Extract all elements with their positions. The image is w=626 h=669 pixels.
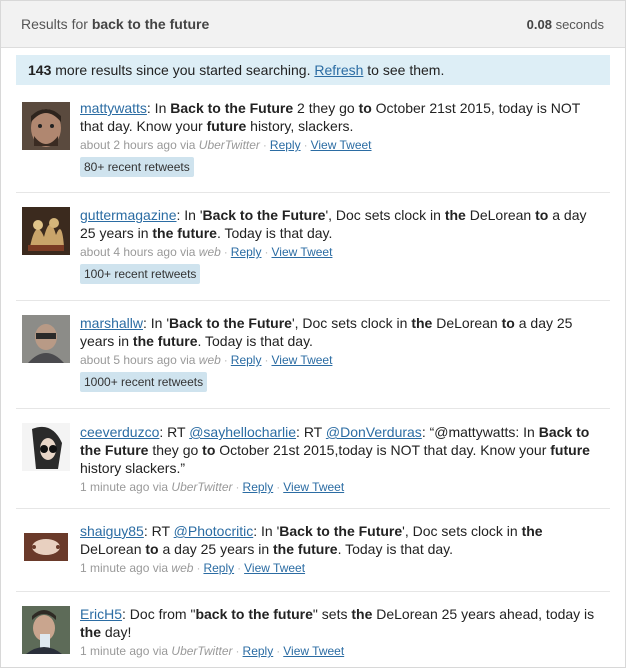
avatar[interactable] (22, 523, 70, 571)
tweet-username[interactable]: guttermagazine (80, 207, 177, 223)
reply-link[interactable]: Reply (231, 245, 262, 259)
retweets-badge[interactable]: 80+ recent retweets (80, 157, 194, 177)
search-results-panel: Results for back to the future 0.08 seco… (0, 0, 626, 668)
tweet-text: shaiguy85: RT @Photocritic: In 'Back to … (80, 523, 543, 557)
tweet-timestamp: 1 minute ago (80, 480, 150, 494)
tweet-meta: 1 minute ago via web · Reply · View Tweet (80, 561, 306, 575)
tweet-username[interactable]: shaiguy85 (80, 523, 144, 539)
tweet-source: UberTwitter (171, 480, 233, 494)
avatar[interactable] (22, 207, 70, 255)
tweet-meta: about 4 hours ago via web · Reply · View Twe… (80, 245, 333, 259)
tweet-meta: about 2 hours ago via UberTwitter · Reply ·… (80, 138, 372, 152)
mention-link[interactable]: @Photocritic (174, 523, 254, 539)
via-label: via (152, 644, 169, 658)
view-tweet-link[interactable]: View Tweet (271, 245, 332, 259)
new-results-text: more results since you started searching… (51, 62, 315, 78)
view-tweet-link[interactable]: View Tweet (271, 353, 332, 367)
via-label: via (152, 480, 169, 494)
avatar[interactable] (22, 606, 70, 654)
tweet-source: UberTwitter (198, 138, 260, 152)
tweet-item: EricH5: Doc from "back to the future" se… (16, 592, 610, 669)
tweet-source: web (171, 561, 194, 575)
search-time-unit: seconds (555, 16, 604, 32)
tweet-item: ceeverduzco: RT @sayhellocharlie: RT @Do… (16, 409, 610, 509)
retweets-badge[interactable]: 100+ recent retweets (80, 264, 201, 284)
tweet-source: web (198, 353, 221, 367)
refresh-link[interactable]: Refresh (314, 62, 363, 78)
tweet-content: guttermagazine: In 'Back to the Future',… (80, 206, 604, 284)
tweet-username[interactable]: EricH5 (80, 606, 122, 622)
view-tweet-link[interactable]: View Tweet (311, 138, 372, 152)
results-prefix: Results for (21, 16, 88, 32)
view-tweet-link[interactable]: View Tweet (283, 644, 344, 658)
tweet-username[interactable]: mattywatts (80, 100, 147, 116)
tweet-source: web (198, 245, 221, 259)
tweet-text: ceeverduzco: RT @sayhellocharlie: RT @Do… (80, 424, 590, 476)
reply-link[interactable]: Reply (270, 138, 301, 152)
tweet-timestamp: about 4 hours ago (80, 245, 177, 259)
tweet-content: EricH5: Doc from "back to the future" se… (80, 605, 604, 659)
tweet-text: mattywatts: In Back to the Future 2 they… (80, 100, 581, 134)
tweet-item: mattywatts: In Back to the Future 2 they… (16, 93, 610, 193)
search-time-value: 0.08 (526, 16, 552, 32)
via-label: via (180, 245, 196, 259)
tweet-username[interactable]: ceeverduzco (80, 424, 159, 440)
tweet-timestamp: about 2 hours ago (80, 138, 177, 152)
tweet-meta: 1 minute ago via UberTwitter · Reply · View … (80, 480, 345, 494)
tweet-content: shaiguy85: RT @Photocritic: In 'Back to … (80, 522, 604, 576)
via-label: via (180, 353, 196, 367)
via-label: via (152, 561, 169, 575)
tweet-item: marshallw: In 'Back to the Future', Doc … (16, 301, 610, 409)
tweet-source: UberTwitter (171, 644, 233, 658)
tweet-username[interactable]: marshallw (80, 315, 143, 331)
tweet-content: marshallw: In 'Back to the Future', Doc … (80, 314, 604, 392)
tweet-item: guttermagazine: In 'Back to the Future',… (16, 193, 610, 301)
avatar[interactable] (22, 423, 70, 471)
tweet-text: marshallw: In 'Back to the Future', Doc … (80, 315, 573, 349)
mention-link[interactable]: @sayhellocharlie (189, 424, 296, 440)
new-results-count: 143 (28, 62, 52, 78)
reply-link[interactable]: Reply (243, 644, 274, 658)
tweet-timestamp: 1 minute ago (80, 644, 150, 658)
tweet-text: guttermagazine: In 'Back to the Future',… (80, 207, 587, 241)
search-time: 0.08 seconds (527, 17, 604, 32)
new-results-suffix: to see them. (363, 62, 445, 78)
view-tweet-link[interactable]: View Tweet (283, 480, 344, 494)
retweets-badge[interactable]: 1000+ recent retweets (80, 372, 208, 392)
search-query: back to the future (91, 16, 210, 32)
tweet-item: shaiguy85: RT @Photocritic: In 'Back to … (16, 509, 610, 592)
results-title: Results for back to the future (21, 16, 209, 32)
tweet-meta: about 5 hours ago via web · Reply · View Twe… (80, 353, 333, 367)
tweet-timestamp: 1 minute ago (80, 561, 150, 575)
tweet-timestamp: about 5 hours ago (80, 353, 177, 367)
avatar[interactable] (22, 315, 70, 363)
reply-link[interactable]: Reply (243, 480, 274, 494)
results-header: Results for back to the future 0.08 seco… (1, 1, 625, 48)
view-tweet-link[interactable]: View Tweet (244, 561, 305, 575)
tweet-meta: 1 minute ago via UberTwitter · Reply · View … (80, 644, 345, 658)
tweet-text: EricH5: Doc from "back to the future" se… (80, 606, 595, 640)
reply-link[interactable]: Reply (231, 353, 262, 367)
new-results-notice: 143 more results since you started searc… (16, 55, 610, 85)
avatar[interactable] (22, 102, 70, 150)
mention-link[interactable]: @DonVerduras (326, 424, 422, 440)
via-label: via (180, 138, 196, 152)
tweet-content: mattywatts: In Back to the Future 2 they… (80, 99, 604, 177)
tweet-content: ceeverduzco: RT @sayhellocharlie: RT @Do… (80, 423, 604, 495)
reply-link[interactable]: Reply (203, 561, 234, 575)
